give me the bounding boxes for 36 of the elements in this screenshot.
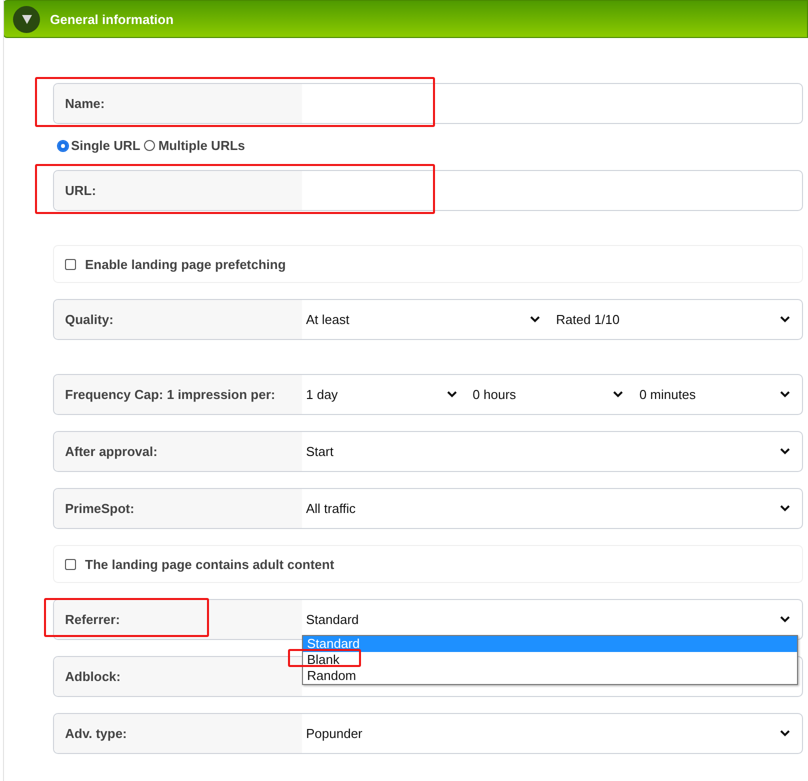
chevron-down-icon	[613, 391, 624, 398]
select-field[interactable]: Start	[302, 432, 802, 471]
field-label: Adblock:	[54, 657, 302, 696]
select-field[interactable]: At least	[302, 300, 552, 339]
chevron-down-icon	[780, 448, 790, 455]
chevron-down-icon	[446, 391, 457, 398]
chevron-down-icon	[780, 616, 790, 623]
field-label: Referrer:	[54, 600, 302, 639]
select-field[interactable]: Popunder	[302, 714, 802, 753]
radio-button[interactable]: Multiple URLs	[144, 138, 246, 153]
select-field[interactable]: 1 day	[302, 375, 469, 414]
field-label: Quality:	[54, 300, 302, 339]
chevron-down-icon	[780, 505, 790, 512]
field-label: Frequency Cap: 1 impression per:	[54, 375, 302, 414]
select-field[interactable]: 0 hours	[468, 375, 636, 414]
chevron-down-icon	[780, 391, 790, 398]
select-field[interactable]: 0 minutes	[635, 375, 802, 414]
select-field[interactable]: All traffic	[302, 489, 802, 528]
section-title: General information	[50, 12, 174, 26]
checkbox[interactable]	[65, 558, 76, 570]
field-label: URL:	[54, 171, 302, 210]
field-label: Name:	[54, 84, 302, 123]
dropdown-option[interactable]: Blank	[303, 652, 797, 668]
dropdown-option[interactable]: Random	[303, 668, 797, 684]
radio-button[interactable]: Single URL	[58, 138, 140, 153]
checkbox-label: The landing page contains adult content	[85, 556, 334, 572]
field-label: After approval:	[54, 432, 302, 471]
chevron-down-icon	[780, 730, 790, 737]
field-label: PrimeSpot:	[54, 489, 302, 528]
chevron-down-icon	[780, 316, 790, 323]
select-field[interactable]: Standard	[302, 600, 802, 639]
checkbox-label: Enable landing page prefetching	[85, 256, 286, 272]
chevron-down-icon	[530, 316, 540, 323]
select-field[interactable]: Rated 1/10	[552, 300, 802, 339]
checkbox[interactable]	[65, 258, 76, 270]
field-label: Adv. type:	[54, 714, 302, 753]
